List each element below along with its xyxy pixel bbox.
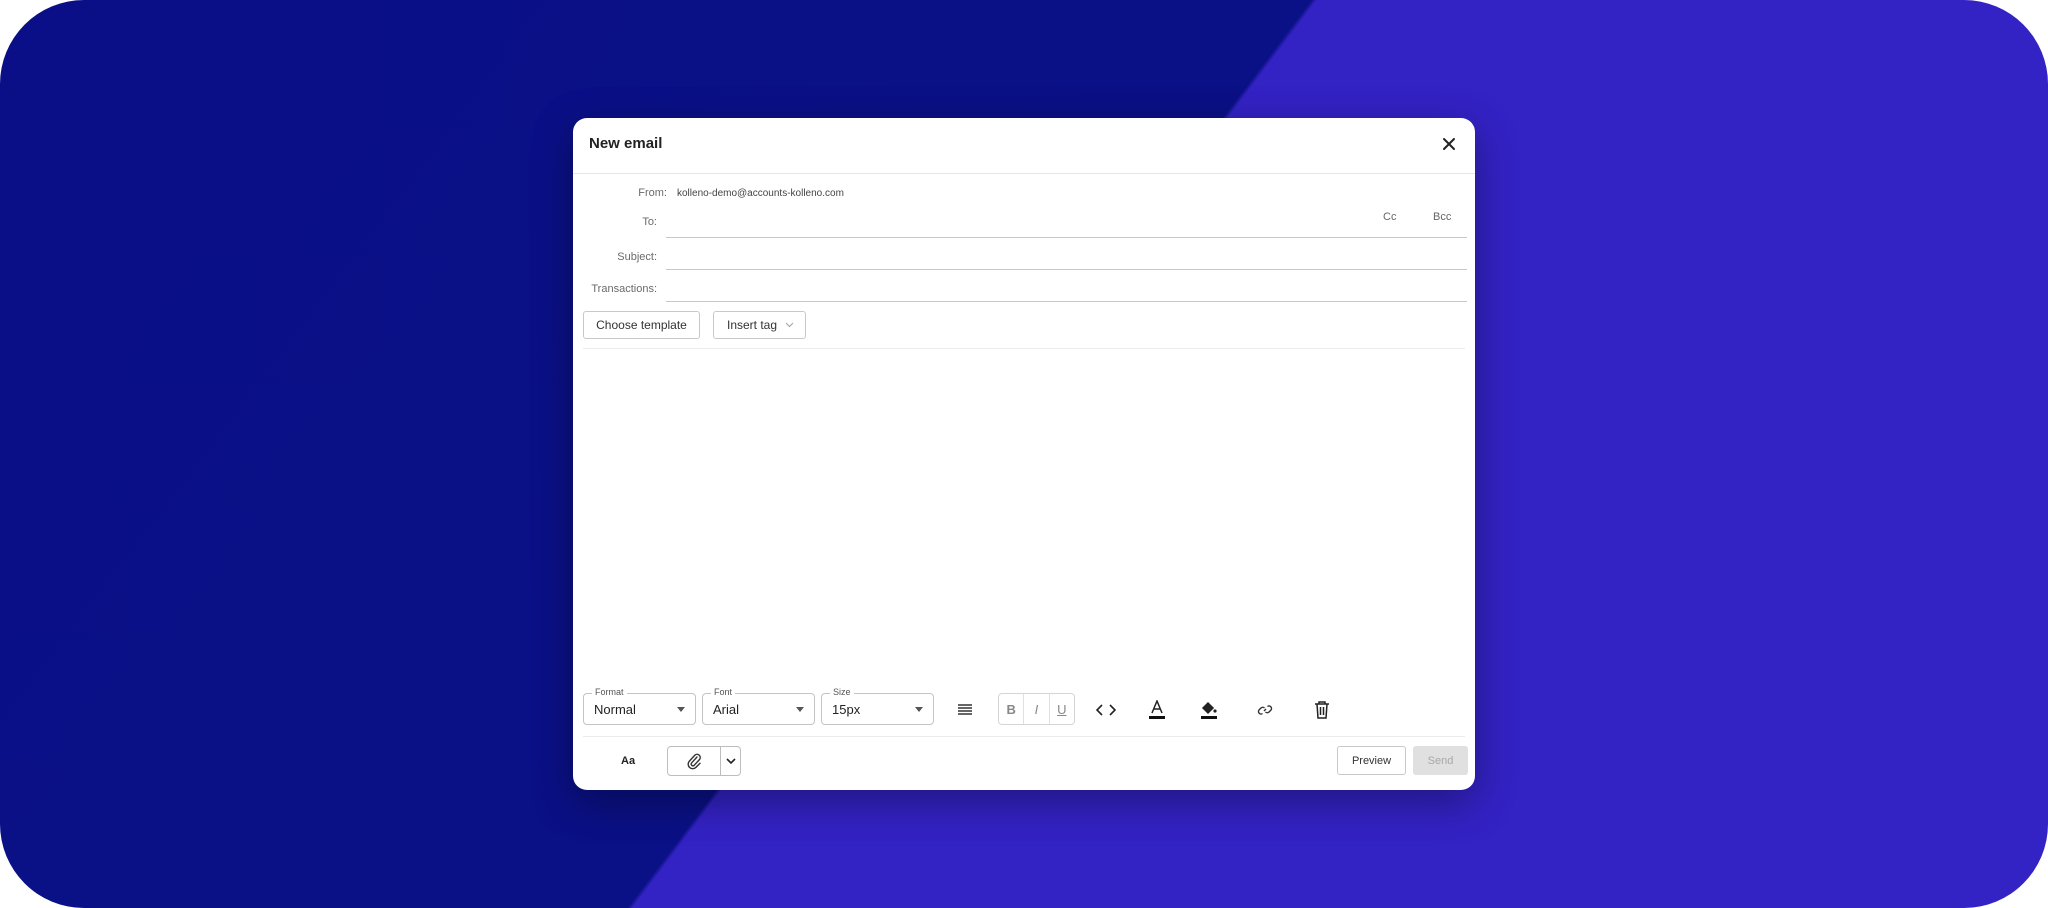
subject-label: Subject: — [617, 251, 657, 263]
from-value: kolleno-demo@accounts-kolleno.com — [677, 188, 844, 199]
dialog-header: New email — [573, 118, 1475, 174]
transactions-input[interactable] — [666, 301, 1467, 302]
trash-icon[interactable] — [1310, 698, 1334, 722]
font-legend: Font — [711, 687, 736, 697]
caret-down-icon — [796, 707, 804, 712]
link-icon[interactable] — [1253, 698, 1277, 722]
to-label: To: — [642, 216, 657, 228]
close-icon[interactable] — [1437, 132, 1461, 156]
editor-divider — [583, 348, 1465, 349]
font-select[interactable]: Font Arial — [702, 687, 815, 725]
caret-down-icon — [915, 707, 923, 712]
text-color-icon[interactable] — [1145, 698, 1169, 722]
size-value: 15px — [832, 702, 861, 717]
text-format-toggle[interactable]: Aa — [621, 755, 635, 767]
chevron-down-icon[interactable] — [721, 747, 740, 775]
transactions-label: Transactions: — [591, 283, 657, 295]
to-input[interactable] — [666, 237, 1467, 238]
caret-down-icon — [677, 707, 685, 712]
text-style-group: B I U — [998, 693, 1075, 725]
insert-tag-button[interactable]: Insert tag — [713, 311, 806, 339]
font-value: Arial — [713, 702, 740, 717]
align-justify-icon[interactable] — [953, 698, 977, 722]
chevron-down-icon — [785, 322, 794, 328]
send-button[interactable]: Send — [1413, 746, 1468, 775]
format-select[interactable]: Format Normal — [583, 687, 696, 725]
size-select[interactable]: Size 15px — [821, 687, 934, 725]
format-legend: Format — [592, 687, 627, 697]
format-value: Normal — [594, 702, 636, 717]
fill-color-icon[interactable] — [1197, 698, 1221, 722]
bold-button[interactable]: B — [999, 694, 1025, 724]
cc-button[interactable]: Cc — [1383, 211, 1396, 223]
attach-button-group — [667, 746, 741, 776]
insert-tag-label: Insert tag — [727, 318, 778, 332]
underline-button[interactable]: U — [1050, 694, 1074, 724]
size-legend: Size — [830, 687, 854, 697]
bcc-button[interactable]: Bcc — [1433, 211, 1451, 223]
footer-divider — [583, 736, 1465, 737]
code-icon[interactable] — [1094, 698, 1118, 722]
choose-template-button[interactable]: Choose template — [583, 311, 700, 339]
italic-button[interactable]: I — [1024, 694, 1050, 724]
preview-button[interactable]: Preview — [1337, 746, 1406, 775]
paperclip-icon[interactable] — [668, 747, 721, 775]
dialog-title: New email — [589, 135, 663, 152]
from-label: From: — [638, 187, 667, 199]
subject-input[interactable] — [666, 269, 1467, 270]
new-email-dialog: New email From: kolleno-demo@accounts-ko… — [573, 118, 1475, 790]
